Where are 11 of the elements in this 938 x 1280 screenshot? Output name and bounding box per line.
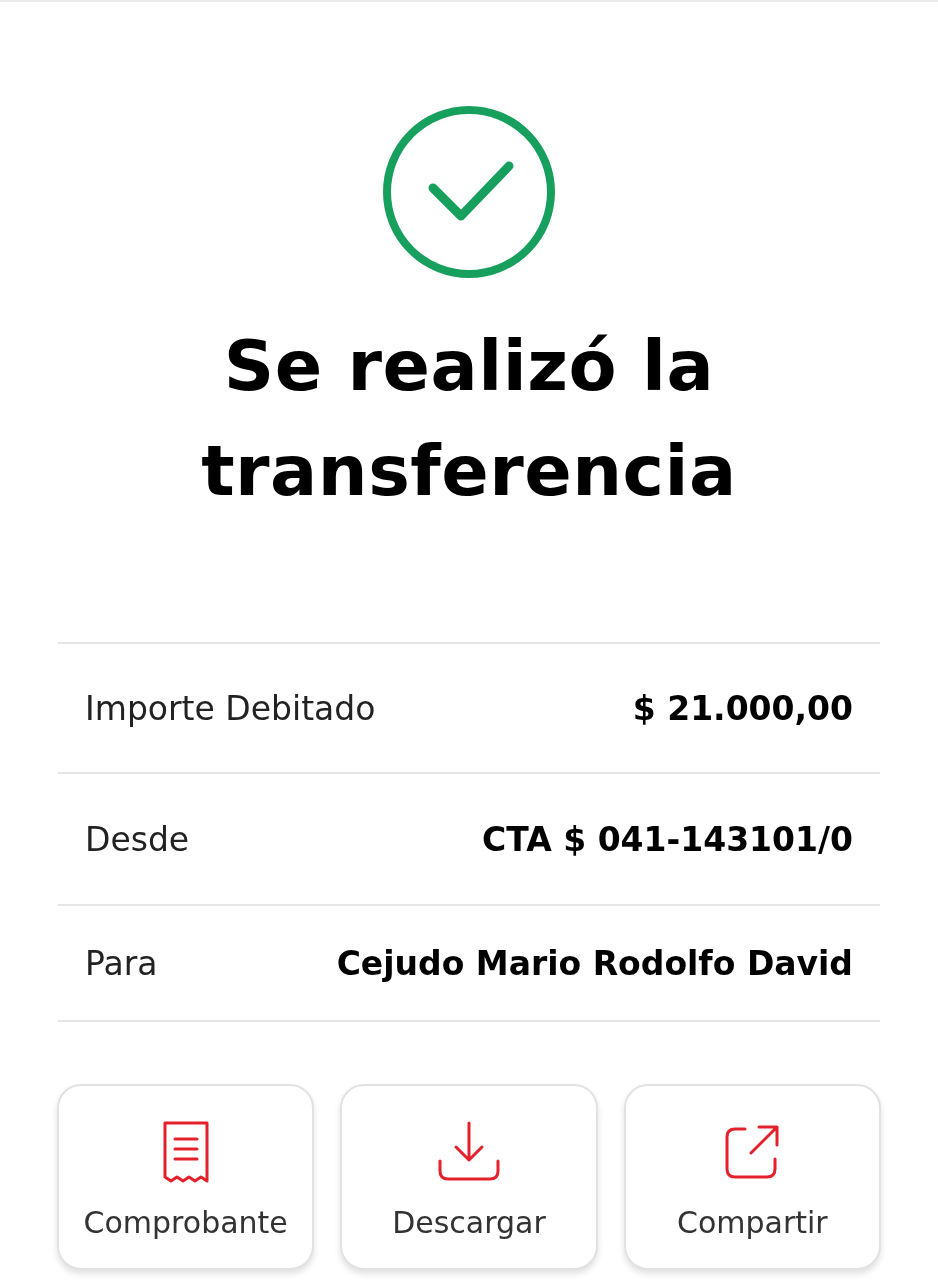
detail-value: $ 21.000,00 (632, 688, 853, 728)
detail-label: Desde (85, 819, 190, 859)
detail-label: Importe Debitado (85, 688, 376, 728)
action-button[interactable]: Comprobante (57, 1084, 315, 1270)
success-title: Se realizó la transferencia (200, 324, 738, 514)
action-button[interactable]: Descargar (340, 1084, 598, 1270)
success-check-icon (381, 104, 557, 280)
action-button[interactable]: Compartir (623, 1084, 881, 1270)
detail-label: Para (85, 943, 158, 983)
detail-value: CTA $ 041-143101/0 (482, 819, 853, 859)
detail-value: Cejudo Mario Rodolfo David (336, 943, 853, 983)
